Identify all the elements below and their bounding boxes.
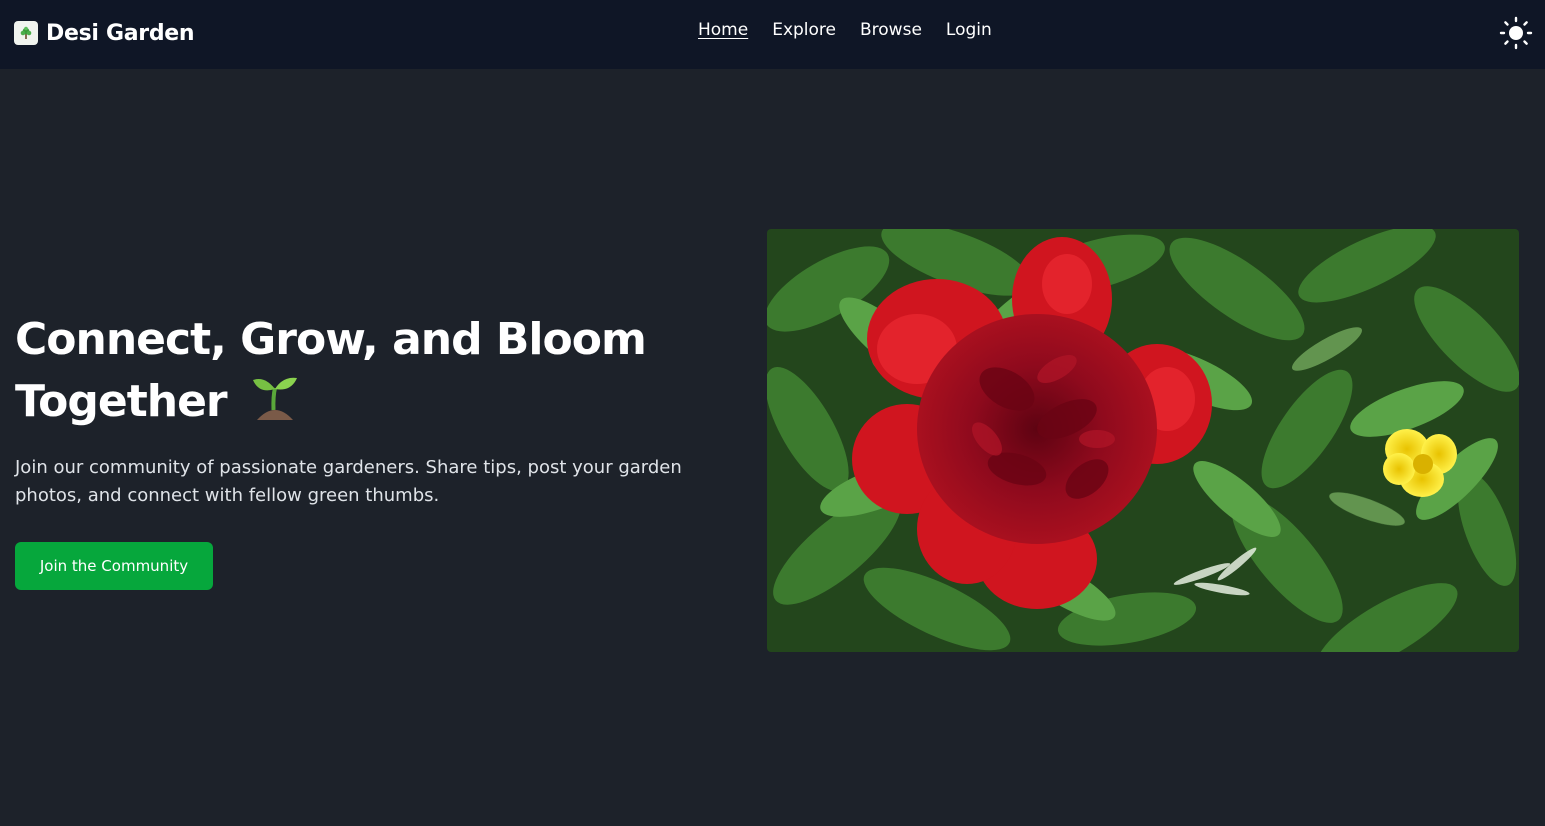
- navbar: Desi Garden Home Explore Browse Login: [0, 0, 1545, 69]
- hero-flower-image: [767, 229, 1519, 652]
- hero-title-line1: Connect, Grow, and Bloom: [15, 314, 647, 365]
- hero-title-line2: Together: [15, 376, 228, 427]
- nav-link-explore[interactable]: Explore: [772, 20, 836, 40]
- hero-title: Connect, Grow, and Bloom Together: [15, 310, 735, 438]
- brand-link[interactable]: Desi Garden: [14, 17, 195, 49]
- nav-links: Home Explore Browse Login: [698, 20, 992, 40]
- sun-icon: [1499, 16, 1533, 50]
- hero-subtitle: Join our community of passionate gardene…: [15, 457, 682, 506]
- theme-toggle-button[interactable]: [1497, 14, 1535, 52]
- hero-section: Connect, Grow, and Bloom Together Join o…: [15, 310, 735, 590]
- join-community-button[interactable]: Join the Community: [15, 542, 213, 590]
- brand-name: Desi Garden: [46, 20, 195, 46]
- nav-link-browse[interactable]: Browse: [860, 20, 922, 40]
- tree-logo-icon: [14, 21, 38, 45]
- sprout-icon: [249, 370, 301, 438]
- nav-link-home[interactable]: Home: [698, 20, 748, 40]
- nav-link-login[interactable]: Login: [946, 20, 992, 40]
